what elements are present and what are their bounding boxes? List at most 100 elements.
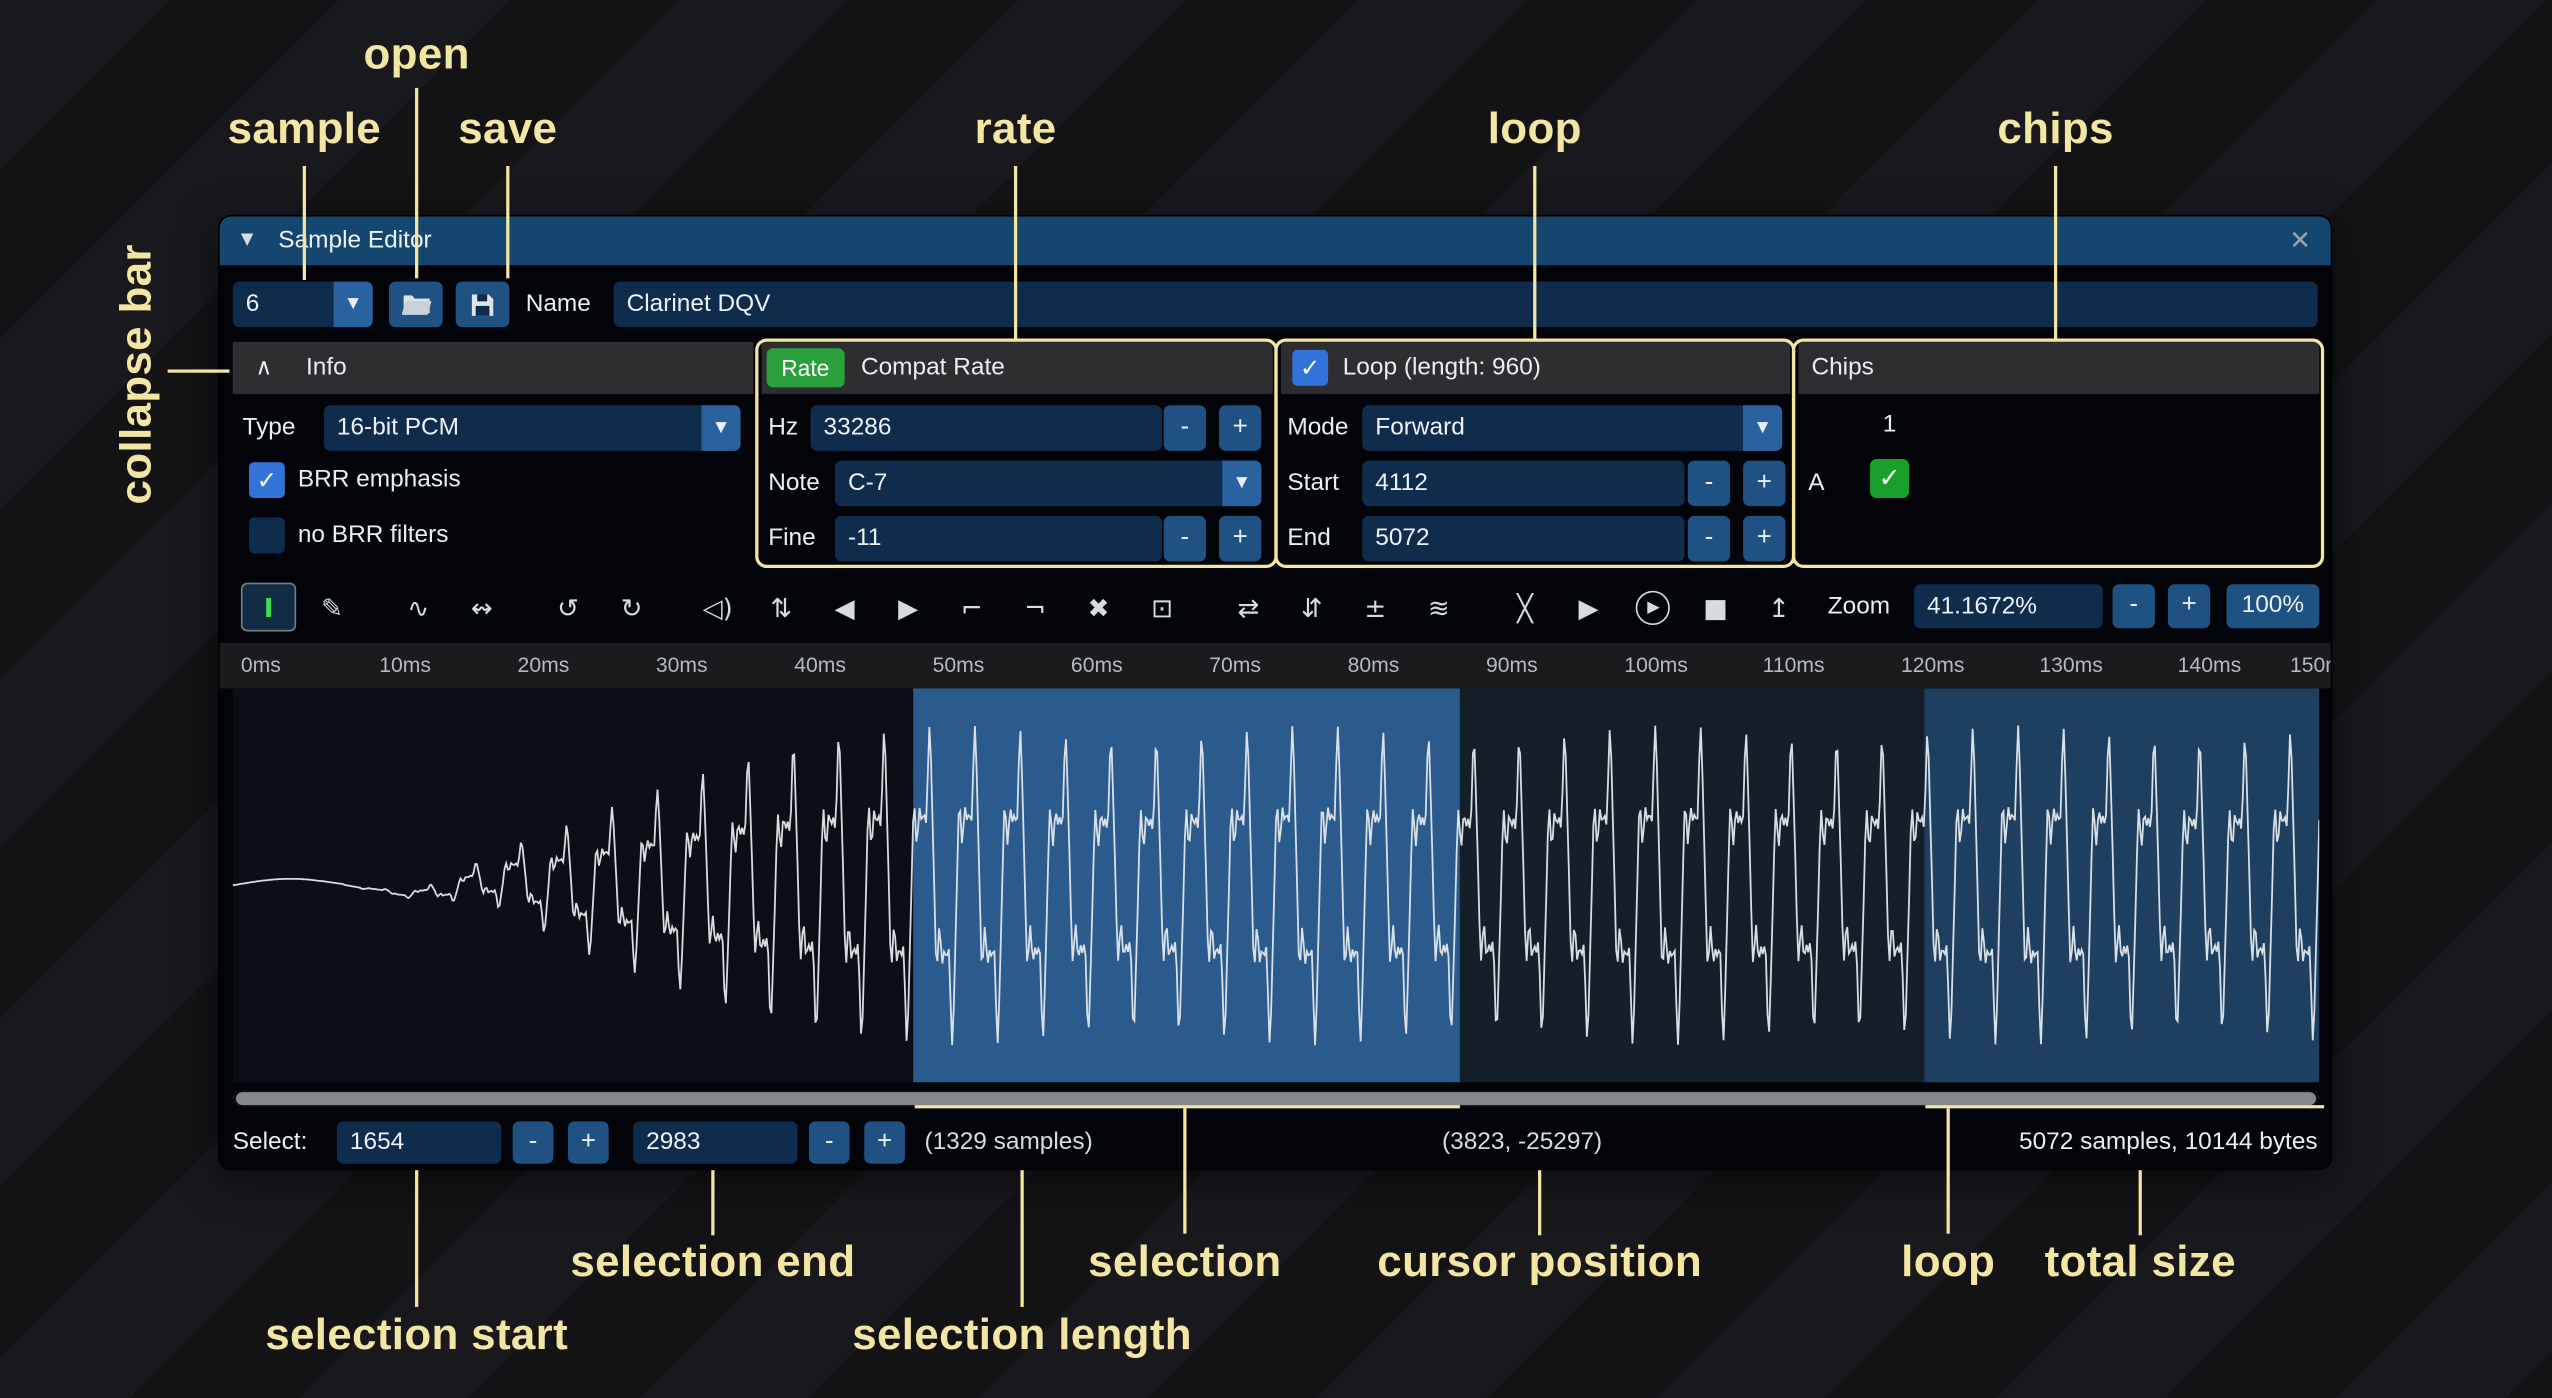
close-icon[interactable]: ✕ (2289, 216, 2311, 265)
name-input[interactable]: Clarinet DQV (614, 282, 2318, 328)
loop-region[interactable] (1924, 688, 2319, 1082)
selection-start-increase-button[interactable]: + (568, 1121, 609, 1163)
no-brr-filters-checkbox[interactable] (249, 518, 285, 554)
stop-sample-button[interactable]: ■ (1688, 583, 1743, 632)
selection-start-input[interactable]: 1654 (337, 1121, 501, 1163)
zoom-input[interactable]: 41.1672% (1914, 584, 2103, 628)
ruler-tick: 70ms (1209, 643, 1261, 689)
scrollbar-thumb[interactable] (236, 1092, 2316, 1105)
draw-mode-button[interactable]: ✎ (304, 583, 359, 632)
invert-button[interactable]: ⇵ (1284, 583, 1339, 632)
crossfade-loop-button[interactable]: ╳ (1497, 583, 1552, 632)
no-brr-filters-label: no BRR filters (298, 518, 449, 554)
zoom-out-button[interactable]: - (2113, 584, 2155, 628)
brr-emphasis-checkbox[interactable]: ✓ (249, 462, 285, 498)
ruler-tick: 150ms (2290, 643, 2331, 689)
fine-decrease-button[interactable]: - (1164, 516, 1206, 562)
annotation-line-selection-start (415, 1170, 418, 1307)
ruler-tick: 20ms (518, 643, 570, 689)
annotation-total-size: total size (2045, 1237, 2236, 1287)
annotation-selection-length: selection length (852, 1310, 1192, 1360)
insert-silence-icon: ⌐ (961, 592, 983, 623)
loop-end-increase-button[interactable]: + (1743, 516, 1785, 562)
play-sample-icon: ▶ (1635, 590, 1669, 624)
info-header-label: Info (306, 342, 347, 394)
fine-input[interactable]: -11 (835, 516, 1162, 562)
post-selection-region[interactable] (1460, 688, 1925, 1082)
chevron-down-icon[interactable]: ▼ (1743, 405, 1782, 451)
selection-end-decrease-button[interactable]: - (809, 1121, 850, 1163)
fade-out-button[interactable]: ▶ (881, 583, 936, 632)
note-select[interactable]: C-7 ▼ (835, 461, 1261, 507)
stage: ▼ Sample Editor ✕ 6 ▼ Name Clarinet DQV … (0, 0, 2552, 1398)
waveform-scrollbar[interactable] (233, 1090, 2320, 1106)
undo-button[interactable]: ↺ (540, 583, 595, 632)
invert-icon: ⇵ (1301, 592, 1323, 623)
amplify-button[interactable]: ◁) (690, 583, 745, 632)
selection-region[interactable] (913, 688, 1460, 1082)
titlebar[interactable]: ▼ Sample Editor ✕ (220, 216, 2331, 265)
fade-in-icon: ◀ (835, 592, 855, 623)
ruler-tick: 50ms (933, 643, 985, 689)
hz-input[interactable]: 33286 (811, 405, 1163, 451)
annotation-rate: rate (975, 104, 1057, 154)
toolbar: I✎ ∿ ↭ ↺ ↻ ◁) ⇅ ◀ ▶ ⌐ ¬✖⊡ ⇄ ⇵ ±≋ ╳ ▶ ▶ ■↥ (241, 583, 1807, 632)
fine-increase-button[interactable]: + (1219, 516, 1261, 562)
zoom-in-button[interactable]: + (2168, 584, 2210, 628)
hz-decrease-button[interactable]: - (1164, 405, 1206, 451)
crossfade-loop-icon: ╳ (1517, 592, 1533, 623)
type-select[interactable]: 16-bit PCM ▼ (324, 405, 741, 451)
loop-enable-checkbox[interactable]: ✓ (1292, 350, 1328, 386)
normalize-button[interactable]: ⇅ (754, 583, 809, 632)
waveform-canvas[interactable] (233, 688, 2320, 1082)
chip-a-checkbox[interactable]: ✓ (1870, 459, 1909, 498)
redo-icon: ↻ (621, 592, 643, 623)
reverse-button[interactable]: ⇄ (1221, 583, 1276, 632)
sample-selector[interactable]: 6 ▼ (233, 282, 373, 328)
loop-start-increase-button[interactable]: + (1743, 461, 1785, 507)
pre-selection-region[interactable] (233, 688, 913, 1082)
loop-mode-select[interactable]: Forward ▼ (1362, 405, 1782, 451)
annotation-line-selection-length (1020, 1170, 1023, 1307)
hz-increase-button[interactable]: + (1219, 405, 1261, 451)
redo-button[interactable]: ↻ (604, 583, 659, 632)
selection-end-increase-button[interactable]: + (864, 1121, 905, 1163)
delete-selection-button[interactable]: ✖ (1071, 583, 1126, 632)
amplify-icon: ◁) (703, 592, 733, 623)
zoom-reset-button[interactable]: 100% (2226, 584, 2319, 628)
rate-header: Rate Compat Rate (762, 342, 1273, 394)
sign-change-button[interactable]: ± (1348, 583, 1403, 632)
trim-button[interactable]: ⊡ (1134, 583, 1189, 632)
loop-end-decrease-button[interactable]: - (1688, 516, 1730, 562)
total-size-text: 5072 samples, 10144 bytes (2019, 1121, 2318, 1163)
fade-in-button[interactable]: ◀ (817, 583, 872, 632)
annotation-selection-end: selection end (570, 1237, 855, 1287)
selection-end-input[interactable]: 2983 (633, 1121, 797, 1163)
time-stretch-icon: ↭ (471, 592, 493, 623)
play-sample-button[interactable]: ▶ (1624, 583, 1679, 632)
apply-silence-button[interactable]: ¬ (1007, 583, 1062, 632)
ruler[interactable]: 0ms10ms20ms30ms40ms50ms60ms70ms80ms90ms1… (220, 643, 2331, 689)
save-button[interactable] (456, 282, 510, 328)
chevron-down-icon[interactable]: ▼ (1222, 461, 1261, 507)
loop-start-input[interactable]: 4112 (1362, 461, 1684, 507)
loop-end-input[interactable]: 5072 (1362, 516, 1684, 562)
resample-button[interactable]: ∿ (391, 583, 446, 632)
loop-start-decrease-button[interactable]: - (1688, 461, 1730, 507)
filter-button[interactable]: ≋ (1411, 583, 1466, 632)
chevron-down-icon[interactable]: ▼ (701, 405, 740, 451)
rate-badge[interactable]: Rate (767, 348, 844, 387)
preview-sample-button[interactable]: ▶ (1561, 583, 1616, 632)
insert-silence-button[interactable]: ⌐ (944, 583, 999, 632)
open-button[interactable] (389, 282, 443, 328)
time-stretch-button[interactable]: ↭ (454, 583, 509, 632)
chevron-down-icon[interactable]: ▼ (334, 282, 373, 328)
loop-header: ✓ Loop (length: 960) (1281, 342, 1790, 394)
window-collapse-icon[interactable]: ▼ (241, 216, 254, 265)
select-mode-button[interactable]: I (241, 583, 296, 632)
collapse-bar-icon[interactable]: ∧ (256, 342, 273, 394)
ruler-tick: 90ms (1486, 643, 1538, 689)
waveform-view[interactable] (233, 688, 2320, 1082)
export-sample-button[interactable]: ↥ (1751, 583, 1806, 632)
selection-start-decrease-button[interactable]: - (513, 1121, 554, 1163)
